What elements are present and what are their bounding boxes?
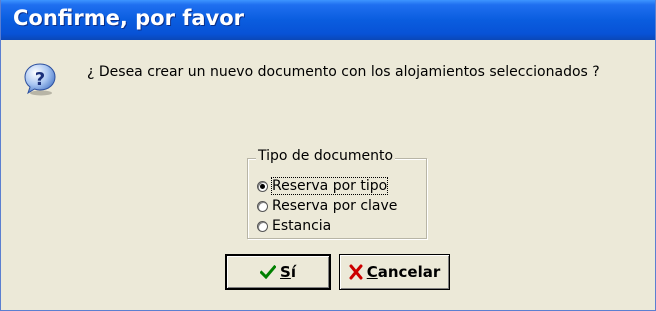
radio-label: Reserva por clave xyxy=(272,198,398,214)
label-rest: í xyxy=(290,263,296,281)
radio-button[interactable] xyxy=(257,220,268,232)
cancel-button[interactable]: Cancelar xyxy=(339,254,450,290)
radio-button-checked[interactable] xyxy=(257,180,268,192)
si-button-label: Sí xyxy=(280,263,296,281)
hotkey-letter: C xyxy=(366,263,378,281)
hotkey-letter: S xyxy=(280,263,291,281)
radio-label: Estancia xyxy=(272,218,332,234)
label-rest: ancelar xyxy=(377,263,441,281)
si-button[interactable]: Sí xyxy=(225,254,331,290)
cancel-button-label: Cancelar xyxy=(367,263,441,281)
radio-label: Reserva por tipo xyxy=(270,177,389,195)
svg-text:?: ? xyxy=(35,69,45,90)
radio-button[interactable] xyxy=(257,200,268,212)
checkmark-icon xyxy=(260,265,277,279)
dialog-title: Confirme, por favor xyxy=(13,6,245,30)
radio-option-reserva-por-tipo[interactable]: Reserva por tipo xyxy=(257,177,389,195)
title-bar[interactable]: Confirme, por favor xyxy=(1,0,655,40)
x-icon xyxy=(349,264,363,280)
document-type-legend: Tipo de documento xyxy=(256,148,396,164)
radio-option-reserva-por-clave[interactable]: Reserva por clave xyxy=(257,197,397,215)
radio-option-estancia[interactable]: Estancia xyxy=(257,217,331,235)
question-icon: ? xyxy=(24,63,56,96)
confirmation-message: ¿ Desea crear un nuevo documento con los… xyxy=(87,64,600,80)
confirm-dialog: Confirme, por favor ? ¿ Desea crear un n… xyxy=(0,0,656,311)
